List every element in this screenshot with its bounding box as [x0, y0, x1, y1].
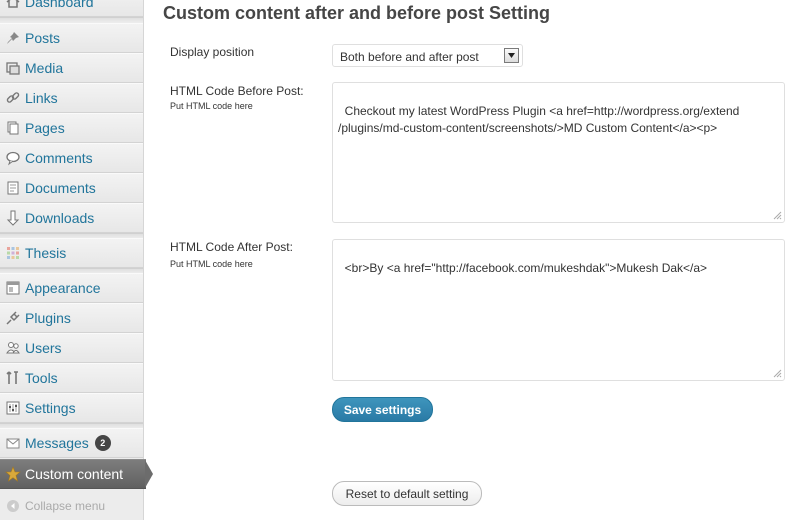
display-position-value: Both before and after post: [340, 50, 479, 64]
sidebar-item-label: Pages: [25, 120, 65, 136]
sidebar-item-label: Custom content: [25, 466, 124, 482]
document-icon: [5, 180, 21, 196]
before-post-hint: Put HTML code here: [170, 101, 253, 111]
sidebar-item-label: Links: [25, 90, 58, 106]
sidebar-item-label: Settings: [25, 400, 76, 416]
sidebar-item-users[interactable]: Users: [0, 333, 143, 363]
sidebar-item-posts[interactable]: Posts: [0, 23, 143, 53]
sidebar-item-label: Media: [25, 60, 64, 76]
pushpin-icon: [5, 30, 21, 46]
sidebar-item-thesis[interactable]: Thesis: [0, 238, 143, 268]
messages-count-badge: 2: [94, 435, 111, 451]
thesis-grid-icon: [5, 245, 21, 261]
sidebar-item-label: Posts: [25, 30, 61, 46]
sidebar-item-label: Comments: [25, 150, 93, 166]
display-position-label: Display position: [170, 45, 255, 59]
save-settings-button[interactable]: Save settings: [332, 397, 433, 422]
chevron-down-icon[interactable]: [504, 48, 519, 63]
sidebar-item-label: Downloads: [25, 210, 95, 226]
sidebar-item-appearance[interactable]: Appearance: [0, 273, 143, 303]
sidebar-item-label: Appearance: [25, 280, 101, 296]
sidebar-item-label: Thesis: [25, 245, 67, 261]
download-arrow-icon: [5, 210, 21, 226]
collapse-menu-button[interactable]: Collapse menu: [0, 491, 143, 521]
after-post-label: HTML Code After Post:: [170, 240, 293, 254]
sidebar-item-plugins[interactable]: Plugins: [0, 303, 143, 333]
before-post-label: HTML Code Before Post:: [170, 84, 304, 98]
pages-icon: [5, 120, 21, 136]
sidebar-item-media[interactable]: Media: [0, 53, 143, 83]
sidebar-item-dashboard[interactable]: Dashboard: [0, 0, 143, 17]
admin-sidebar: Dashboard Posts Media Links Pages Commen…: [0, 0, 146, 521]
active-menu-pointer: [145, 460, 153, 488]
star-icon: [5, 466, 21, 482]
after-post-code: <br>By <a href="http://facebook.com/muke…: [344, 261, 708, 275]
after-post-hint: Put HTML code here: [170, 259, 253, 269]
after-post-textarea[interactable]: <br>By <a href="http://facebook.com/muke…: [332, 239, 785, 381]
collapse-arrow-icon: [5, 498, 21, 514]
sidebar-item-links[interactable]: Links: [0, 83, 143, 113]
users-icon: [5, 340, 21, 356]
sidebar-item-downloads[interactable]: Downloads: [0, 203, 143, 233]
sidebar-item-label: Users: [25, 340, 62, 356]
sidebar-item-label: Dashboard: [25, 0, 94, 10]
sidebar-item-pages[interactable]: Pages: [0, 113, 143, 143]
sidebar-item-tools[interactable]: Tools: [0, 363, 143, 393]
sidebar-item-custom-content[interactable]: Custom content: [0, 459, 146, 489]
settings-icon: [5, 400, 21, 416]
before-post-textarea[interactable]: Checkout my latest WordPress Plugin <a h…: [332, 82, 785, 223]
sidebar-item-comments[interactable]: Comments: [0, 143, 143, 173]
before-post-code: Checkout my latest WordPress Plugin <a h…: [338, 104, 740, 135]
sidebar-item-label: Collapse menu: [25, 499, 106, 513]
plug-icon: [5, 310, 21, 326]
menu-separator: [0, 17, 143, 22]
appearance-icon: [5, 280, 21, 296]
link-icon: [5, 90, 21, 106]
display-position-select[interactable]: Both before and after post: [332, 44, 523, 67]
page-title: Custom content after and before post Set…: [163, 3, 551, 23]
sidebar-item-label: Plugins: [25, 310, 71, 326]
resize-grip-icon[interactable]: [772, 368, 782, 378]
media-icon: [5, 60, 21, 76]
sidebar-item-label: Messages: [25, 435, 89, 451]
sidebar-item-settings[interactable]: Settings: [0, 393, 143, 423]
sidebar-item-documents[interactable]: Documents: [0, 173, 143, 203]
tools-icon: [5, 370, 21, 386]
comment-bubble-icon: [5, 150, 21, 166]
sidebar-item-label: Documents: [25, 180, 96, 196]
dashboard-icon: [5, 0, 21, 10]
envelope-icon: [5, 435, 21, 451]
resize-grip-icon[interactable]: [772, 210, 782, 220]
reset-default-button[interactable]: Reset to default setting: [332, 481, 482, 506]
sidebar-item-label: Tools: [25, 370, 58, 386]
sidebar-item-messages[interactable]: Messages 2: [0, 428, 143, 458]
